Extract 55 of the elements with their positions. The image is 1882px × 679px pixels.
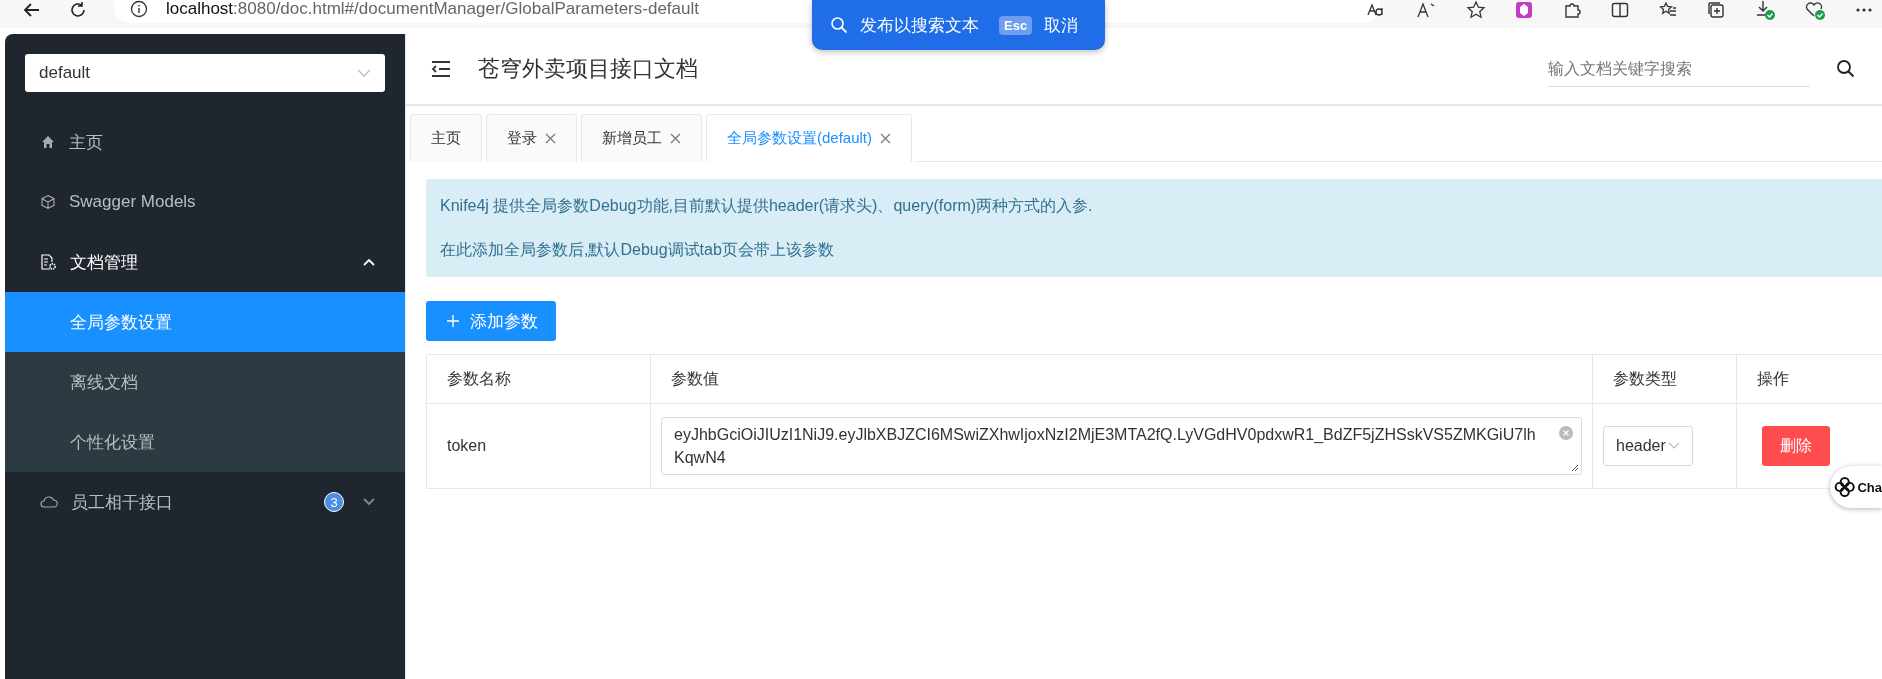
menu-item[interactable]: 文档管理 bbox=[5, 232, 405, 292]
tab[interactable]: 新增员工 bbox=[581, 114, 702, 162]
url-text: localhost:8080/doc.html#/documentManager/GlobalParameters-default bbox=[166, 0, 699, 19]
esc-key: Esc bbox=[999, 15, 1033, 35]
tab[interactable]: 登录 bbox=[486, 114, 577, 162]
home-icon bbox=[40, 134, 56, 150]
search-icon bbox=[830, 16, 848, 34]
close-icon[interactable] bbox=[880, 133, 892, 144]
group-select[interactable]: default bbox=[25, 54, 385, 92]
menu-icon[interactable] bbox=[430, 60, 452, 78]
info-icon[interactable] bbox=[130, 0, 148, 18]
column-header: 参数名称 bbox=[426, 354, 651, 404]
column-header: 操作 bbox=[1736, 354, 1882, 404]
submenu-item[interactable]: 个性化设置 bbox=[5, 412, 405, 472]
flower-logo-icon bbox=[1834, 474, 1856, 500]
menu-label: 员工相干接口 bbox=[71, 491, 174, 514]
chevron-down-icon bbox=[1667, 442, 1680, 450]
cloud-icon bbox=[40, 494, 58, 510]
alert-text: 在此添加全局参数后,默认Debug调试tab页会带上该参数 bbox=[440, 240, 835, 260]
heart-icon[interactable] bbox=[1804, 0, 1826, 21]
count-badge: 3 bbox=[324, 492, 344, 512]
menu-label: 文档管理 bbox=[70, 251, 139, 274]
chevron-down-icon bbox=[363, 498, 375, 506]
assistant-tab[interactable]: Cha bbox=[1830, 466, 1882, 508]
close-icon[interactable] bbox=[670, 133, 681, 144]
chevron-up-icon bbox=[363, 258, 375, 266]
extension-icon[interactable] bbox=[1514, 0, 1534, 20]
search-field[interactable]: 输入文档关键字搜索 bbox=[1548, 51, 1810, 87]
puzzle-icon[interactable] bbox=[1562, 0, 1582, 20]
menu-item[interactable]: Swagger Models bbox=[5, 172, 405, 232]
star-icon[interactable] bbox=[1466, 0, 1486, 20]
collections-icon[interactable] bbox=[1706, 0, 1726, 20]
menu-label: 主页 bbox=[69, 131, 104, 154]
type-select[interactable]: header bbox=[1603, 426, 1693, 466]
column-header: 参数值 bbox=[650, 354, 1593, 404]
document-gear-icon bbox=[40, 253, 57, 271]
page-title: 苍穹外卖项目接口文档 bbox=[478, 55, 698, 83]
table-cell: token bbox=[447, 437, 487, 454]
close-icon[interactable] bbox=[545, 133, 556, 144]
menu-label: Swagger Models bbox=[69, 192, 197, 212]
split-screen-icon[interactable] bbox=[1610, 0, 1630, 20]
search-icon[interactable] bbox=[1836, 59, 1856, 79]
chevron-down-icon bbox=[357, 68, 371, 78]
resize-handle-icon[interactable] bbox=[1571, 464, 1579, 472]
cube-icon bbox=[40, 194, 56, 210]
menu-item[interactable]: 员工相干接口 3 bbox=[5, 472, 405, 532]
tab[interactable]: 主页 bbox=[410, 114, 482, 162]
alert-text: Knife4j 提供全局参数Debug功能,目前默认提供header(请求头)、query(form)两种方式的入参. bbox=[440, 196, 1094, 216]
value-field[interactable]: eyJhbGciOiJIUzI1NiJ9.eyJlbXBJZCI6MSwiZXhwIjoxNzI2MjE3MTA2fQ.LyVGdHV0pdxwR1_BdZF5jZHSskVS5ZMKGiU7lhKqwN4 bbox=[661, 417, 1582, 475]
plus-icon bbox=[446, 314, 460, 328]
column-header: 参数类型 bbox=[1592, 354, 1737, 404]
refresh-icon[interactable] bbox=[68, 0, 88, 20]
submenu-item[interactable]: 离线文档 bbox=[5, 352, 405, 412]
menu-item[interactable]: 主页 bbox=[5, 112, 405, 172]
download-icon[interactable] bbox=[1754, 0, 1776, 21]
